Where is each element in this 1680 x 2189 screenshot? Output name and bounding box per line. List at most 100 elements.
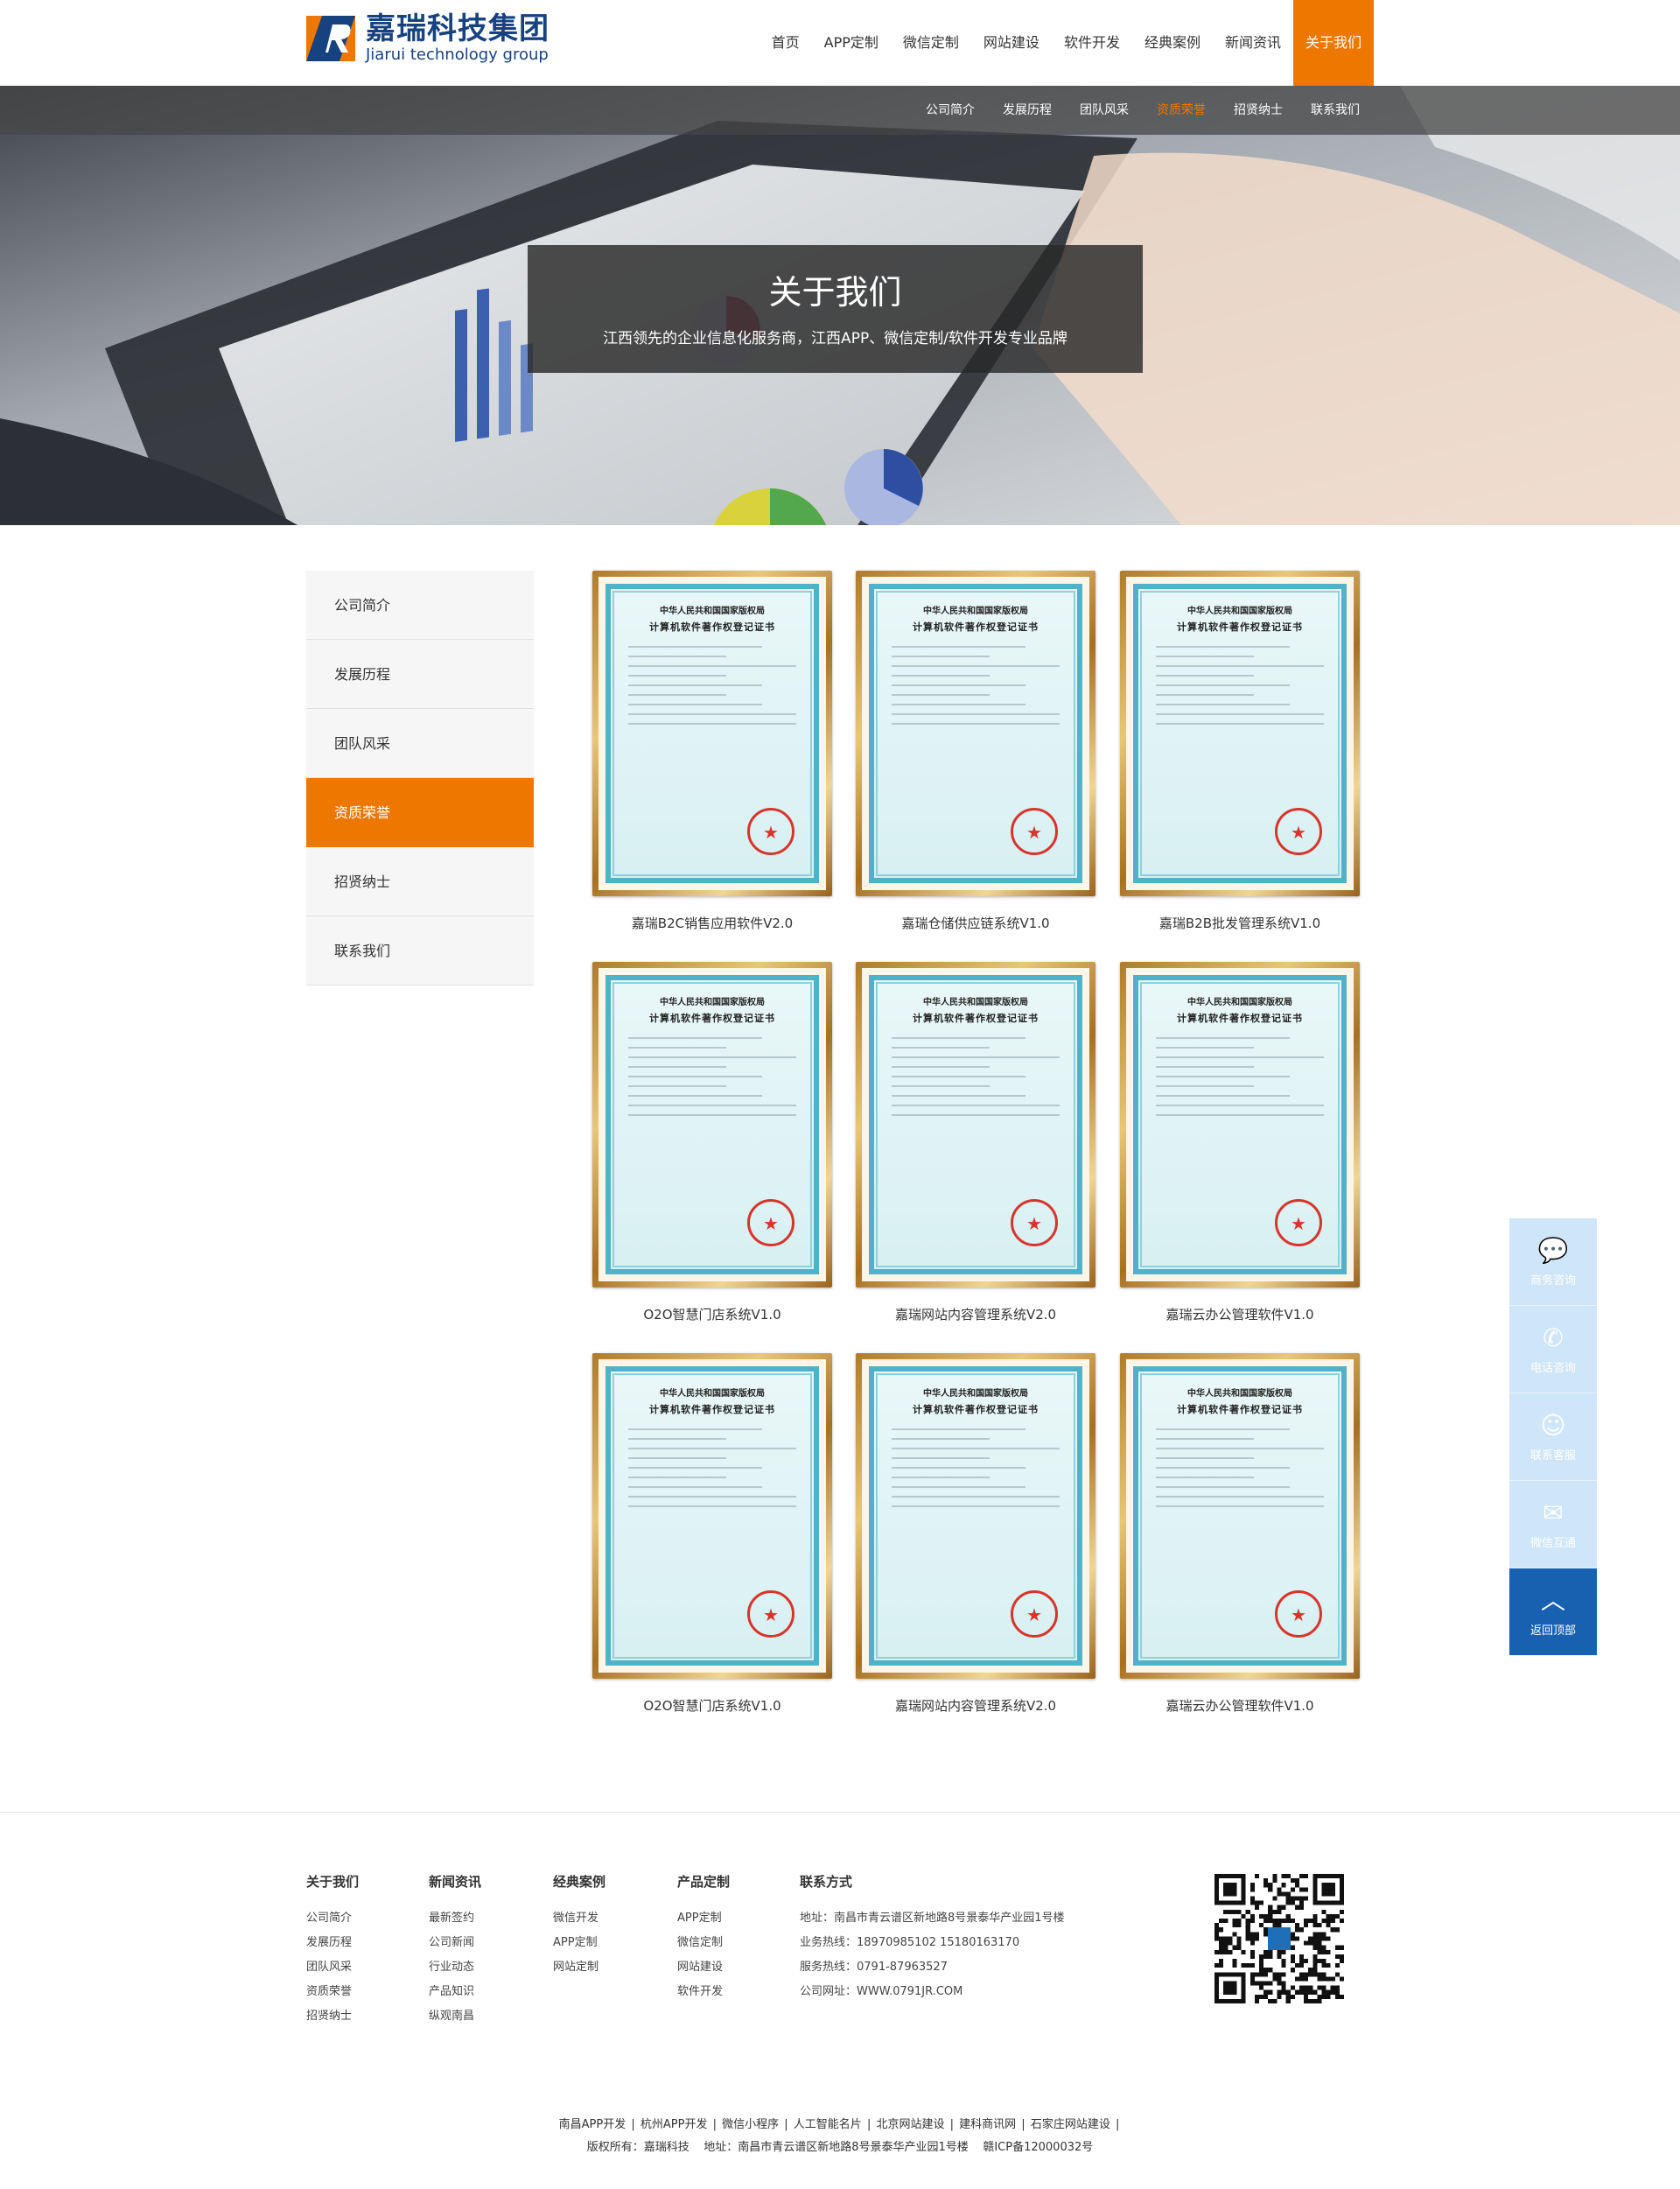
footer-bottom: 南昌APP开发 | 杭州APP开发 | 微信小程序 | 人工智能名片 | 北京网… — [306, 2114, 1374, 2159]
footer-link[interactable]: APP定制 — [677, 1906, 730, 1931]
wechat-icon: ✉ — [1543, 1498, 1564, 1527]
certificate-image[interactable]: 中华人民共和国国家版权局 计算机软件著作权登记证书 — [592, 962, 832, 1287]
certificate-mat: 中华人民共和国国家版权局 计算机软件著作权登记证书 — [1126, 577, 1354, 890]
subnav-jobs[interactable]: 招贤纳士 — [1220, 86, 1297, 135]
certificate-image[interactable]: 中华人民共和国国家版权局 计算机软件著作权登记证书 — [856, 571, 1096, 896]
sidebar-item-jobs[interactable]: 招贤纳士 — [306, 847, 534, 916]
certificate-card[interactable]: 中华人民共和国国家版权局计算机软件著作权登记证书嘉瑞云办公管理软件V1.0 — [1120, 962, 1360, 1323]
sidebar-item-history[interactable]: 发展历程 — [306, 640, 534, 709]
nav-cases[interactable]: 经典案例 — [1132, 0, 1213, 86]
sidebar-item-intro[interactable]: 公司简介 — [306, 571, 534, 640]
certificate-card[interactable]: 中华人民共和国国家版权局计算机软件著作权登记证书嘉瑞云办公管理软件V1.0 — [1120, 1353, 1360, 1715]
certificate-caption[interactable]: 嘉瑞网站内容管理系统V2.0 — [856, 1305, 1096, 1323]
sidebar-item-team[interactable]: 团队风采 — [306, 709, 534, 778]
footer-link[interactable]: 发展历程 — [306, 1931, 359, 1955]
certificate-caption[interactable]: 嘉瑞B2B批发管理系统V1.0 — [1120, 914, 1360, 932]
official-seal-icon — [1011, 808, 1058, 855]
certificate-caption[interactable]: O2O智慧门店系统V1.0 — [592, 1305, 832, 1323]
float-wechat[interactable]: ✉ 微信互通 — [1509, 1481, 1597, 1568]
footer-link[interactable]: 行业动态 — [429, 1955, 481, 1980]
friend-link[interactable]: 微信小程序 — [722, 2118, 779, 2131]
friend-link[interactable]: 人工智能名片 — [794, 2118, 862, 2131]
friend-link[interactable]: 石家庄网站建设 — [1031, 2118, 1110, 2131]
certificate-caption[interactable]: 嘉瑞网站内容管理系统V2.0 — [856, 1696, 1096, 1715]
footer-link[interactable]: 网站定制 — [553, 1955, 606, 1980]
certificate-title: 计算机软件著作权登记证书 — [913, 1013, 1039, 1024]
certificate-card[interactable]: 中华人民共和国国家版权局计算机软件著作权登记证书嘉瑞B2B批发管理系统V1.0 — [1120, 571, 1360, 932]
footer-link[interactable]: 团队风采 — [306, 1955, 359, 1980]
nav-website[interactable]: 网站建设 — [971, 0, 1052, 86]
certificate-card[interactable]: 中华人民共和国国家版权局计算机软件著作权登记证书嘉瑞仓储供应链系统V1.0 — [856, 571, 1096, 932]
certificate-body-text — [1151, 1428, 1329, 1507]
footer-link[interactable]: 公司新闻 — [429, 1931, 481, 1955]
footer-link[interactable]: 微信定制 — [677, 1931, 730, 1955]
logo[interactable]: 嘉瑞科技集团 Jiarui technology group — [306, 12, 550, 65]
certificate-caption[interactable]: 嘉瑞B2C销售应用软件V2.0 — [592, 914, 832, 932]
certificate-paper: 中华人民共和国国家版权局 计算机软件著作权登记证书 — [1133, 975, 1347, 1274]
footer-col-contact: 联系方式 地址：南昌市青云谱区新地路8号景泰华产业园1号楼 业务热线：18970… — [800, 1872, 1065, 2004]
banner-title: 关于我们 — [768, 273, 902, 312]
float-phone-consult[interactable]: ✆ 电话咨询 — [1509, 1306, 1597, 1393]
friend-link[interactable]: 北京网站建设 — [876, 2118, 944, 2131]
nav-wechat[interactable]: 微信定制 — [891, 0, 971, 86]
contact-business-phone: 业务热线：18970985102 15180163170 — [800, 1936, 1020, 1949]
certificate-caption[interactable]: O2O智慧门店系统V1.0 — [592, 1696, 832, 1715]
footer-col-about: 关于我们 公司简介 发展历程 团队风采 资质荣誉 招贤纳士 — [306, 1872, 359, 2029]
footer-link[interactable]: 招贤纳士 — [306, 2004, 359, 2029]
certificate-image[interactable]: 中华人民共和国国家版权局 计算机软件著作权登记证书 — [1120, 962, 1360, 1287]
subnav-intro[interactable]: 公司简介 — [912, 86, 989, 135]
certificate-image[interactable]: 中华人民共和国国家版权局 计算机软件著作权登记证书 — [1120, 571, 1360, 896]
float-business-consult[interactable]: 💬 商务咨询 — [1509, 1218, 1597, 1306]
sub-nav: 公司简介 发展历程 团队风采 资质荣誉 招贤纳士 联系我们 — [912, 86, 1374, 135]
certificate-card[interactable]: 中华人民共和国国家版权局计算机软件著作权登记证书嘉瑞B2C销售应用软件V2.0 — [592, 571, 832, 932]
friend-link[interactable]: 建科商讯网 — [959, 2118, 1016, 2131]
certificate-card[interactable]: 中华人民共和国国家版权局计算机软件著作权登记证书 O2O智慧门店系统V1.0 — [592, 962, 832, 1323]
certificate-caption[interactable]: 嘉瑞云办公管理软件V1.0 — [1120, 1696, 1360, 1715]
certificate-paper: 中华人民共和国国家版权局 计算机软件著作权登记证书 — [606, 1366, 819, 1666]
back-to-top-button[interactable]: ︿ 返回顶部 — [1509, 1568, 1597, 1656]
subnav-history[interactable]: 发展历程 — [989, 86, 1066, 135]
certificate-image[interactable]: 中华人民共和国国家版权局 计算机软件著作权登记证书 — [1120, 1353, 1360, 1679]
footer-link[interactable]: 软件开发 — [677, 1980, 730, 2004]
certificate-body-text — [886, 1037, 1065, 1116]
subnav-team[interactable]: 团队风采 — [1066, 86, 1143, 135]
certificate-image[interactable]: 中华人民共和国国家版权局 计算机软件著作权登记证书 — [856, 962, 1096, 1287]
friend-link[interactable]: 杭州APP开发 — [640, 2118, 708, 2131]
certificate-card[interactable]: 中华人民共和国国家版权局计算机软件著作权登记证书嘉瑞网站内容管理系统V2.0 — [856, 962, 1096, 1323]
official-seal-icon — [747, 1590, 794, 1638]
footer-link[interactable]: 公司简介 — [306, 1906, 359, 1931]
nav-software[interactable]: 软件开发 — [1052, 0, 1132, 86]
certificate-image[interactable]: 中华人民共和国国家版权局 计算机软件著作权登记证书 — [592, 571, 832, 896]
official-seal-icon — [1011, 1199, 1058, 1246]
certificate-caption[interactable]: 嘉瑞云办公管理软件V1.0 — [1120, 1305, 1360, 1323]
certificate-paper: 中华人民共和国国家版权局 计算机软件著作权登记证书 — [1133, 584, 1347, 883]
footer-col-title: 产品定制 — [677, 1874, 731, 1890]
nav-home[interactable]: 首页 — [760, 0, 812, 86]
official-seal-icon — [1275, 808, 1322, 855]
friend-link[interactable]: 南昌APP开发 — [559, 2118, 626, 2131]
footer-link[interactable]: 产品知识 — [429, 1980, 481, 2004]
subnav-honors[interactable]: 资质荣誉 — [1143, 86, 1220, 135]
certificate-card[interactable]: 中华人民共和国国家版权局计算机软件著作权登记证书嘉瑞网站内容管理系统V2.0 — [856, 1353, 1096, 1715]
float-customer-service[interactable]: ☺ 联系客服 — [1509, 1393, 1597, 1481]
footer-link[interactable]: 纵观南昌 — [429, 2004, 481, 2029]
footer-link[interactable]: 微信开发 — [553, 1906, 606, 1931]
sidebar-item-contact[interactable]: 联系我们 — [306, 916, 534, 986]
certificate-card[interactable]: 中华人民共和国国家版权局计算机软件著作权登记证书 O2O智慧门店系统V1.0 — [592, 1353, 832, 1715]
footer-link[interactable]: 最新签约 — [429, 1906, 481, 1931]
banner-caption-box: 关于我们 江西领先的企业信息化服务商，江西APP、微信定制/软件开发专业品牌 — [528, 245, 1143, 373]
sidebar-item-honors[interactable]: 资质荣誉 — [306, 778, 534, 847]
nav-about[interactable]: 关于我们 — [1292, 0, 1374, 86]
certificate-image[interactable]: 中华人民共和国国家版权局 计算机软件著作权登记证书 — [856, 1353, 1096, 1679]
nav-news[interactable]: 新闻资讯 — [1213, 0, 1293, 86]
logo-name-en: Jiarui technology group — [366, 46, 549, 64]
footer-col-title: 经典案例 — [553, 1874, 606, 1890]
footer-link[interactable]: 网站建设 — [677, 1955, 730, 1980]
main-content: 公司简介 发展历程 团队风采 资质荣誉 招贤纳士 联系我们 中华人民共和国国家版… — [306, 525, 1374, 1812]
subnav-contact[interactable]: 联系我们 — [1297, 86, 1374, 135]
footer-link[interactable]: 资质荣誉 — [306, 1980, 359, 2004]
certificate-caption[interactable]: 嘉瑞仓储供应链系统V1.0 — [856, 914, 1096, 932]
certificate-image[interactable]: 中华人民共和国国家版权局 计算机软件著作权登记证书 — [592, 1353, 832, 1679]
nav-app[interactable]: APP定制 — [812, 0, 891, 86]
footer-link[interactable]: APP定制 — [553, 1931, 606, 1955]
